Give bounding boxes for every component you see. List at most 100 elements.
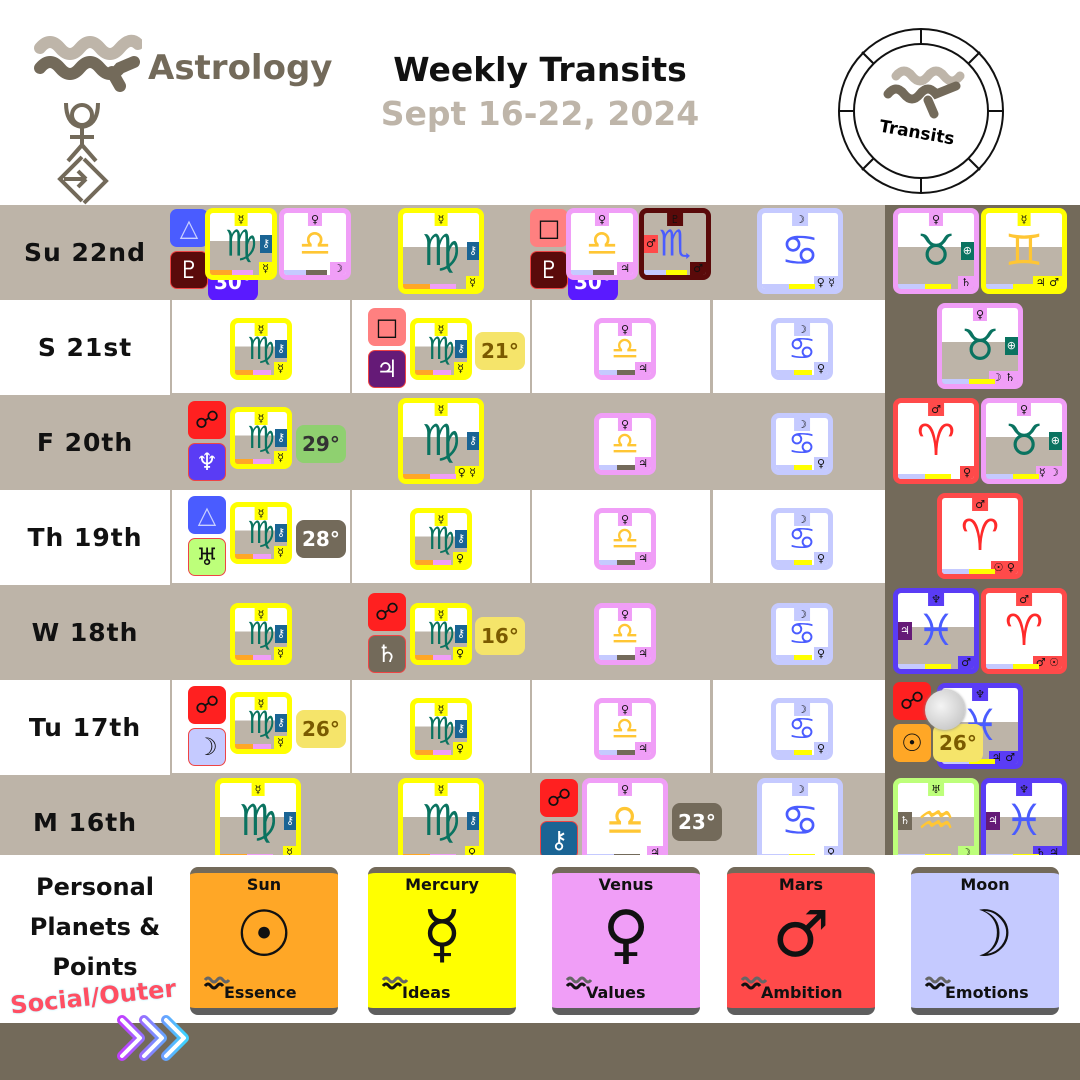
ruler-planet-glyph: ☿ [254,608,268,621]
aspect-opposition-icon[interactable]: ☍ [540,779,578,817]
sign-tile[interactable]: ♋ ☽ ♀ [771,318,833,380]
ruler-planet-glyph: ☿ [434,513,448,526]
bar-segment [776,655,795,660]
bar-segment [235,554,254,559]
sign-tile[interactable]: ♍ ☿ ☿ ⚷ [398,208,484,294]
chiron-marker-icon: ⚷ [274,524,287,542]
mars-marker-icon: ♂ [644,235,658,253]
sign-tile[interactable]: ♍ ☿ ☿ ⚷ [230,692,292,754]
sign-tile[interactable]: ♋ ☽ ♀ [771,413,833,475]
legend-card-mars[interactable]: Mars ♂ Ambition [727,867,875,1015]
sign-tile[interactable]: ♊ ☿ ♃ ♂ [981,208,1067,294]
sign-tile[interactable]: ♎ ♀ ♃ [594,508,656,570]
earth-marker-icon: ⊕ [960,242,974,260]
sign-tile[interactable]: ♓ ♆ ♂ ♃ [893,588,979,674]
sign-tile[interactable]: ♍ ☿ ☿ ⚷ [230,502,292,564]
sign-tile[interactable]: ♎ ♀ ♃ [594,698,656,760]
legend-card-sun[interactable]: Sun ☉ Essence [190,867,338,1015]
sign-tile[interactable]: ♍ ☿ ☿ ⚷ [205,208,277,280]
sign-tile[interactable]: ♋ ☽ ♀ ☿ [757,208,843,294]
sign-tile[interactable]: ♈ ♂ ♂ ☉ [981,588,1067,674]
sign-tile[interactable]: ♋ ☽ ♀ [757,778,843,864]
planet-keyword: Ambition [761,983,843,1002]
legend-card-moon[interactable]: Moon ☽ Emotions [911,867,1059,1015]
sign-tile[interactable]: ♍ ☿ ☿ ⚷ [230,603,292,665]
day-label: W 18th [31,618,139,647]
sign-tile[interactable]: ♎ ♀ ♃ [566,208,638,280]
planet-uranus-icon[interactable]: ♅ [188,538,226,576]
co-ruler-glyphs: ☿ [454,362,467,375]
co-ruler-glyphs: ♀ [813,647,828,660]
co-ruler-glyphs: ♀ [813,552,828,565]
co-ruler-glyphs: ☽ [330,262,346,275]
sign-tile[interactable]: ♋ ☽ ♀ [771,603,833,665]
sign-tile[interactable]: ♍ ☿ ☿ ⚷ [410,318,472,380]
sign-tile[interactable]: ♍ ☿ ♀ ⚷ [410,508,472,570]
ruler-planet-glyph: ☽ [794,608,810,621]
bar-segment [592,270,615,275]
ruler-planet-glyph: ☿ [254,412,268,425]
sign-tile[interactable]: ♍ ☿ ♀ ⚷ [410,603,472,665]
degree-badge: 23° [672,803,722,841]
planet-chiron-icon[interactable]: ⚷ [540,821,578,859]
sign-tile[interactable]: ♎ ♀ ♃ [594,603,656,665]
planet-pluto-icon[interactable]: ♇ [530,251,568,289]
aspect-square-icon[interactable]: □ [530,209,568,247]
planet-pluto-icon[interactable]: ♇ [170,251,208,289]
ruler-planet-glyph: ♅ [928,783,944,796]
sign-tile[interactable]: ♉ ♀ ☽ ♄ ⊕ [937,303,1023,389]
sign-tile[interactable]: ♏ ♇ ♂ ♂ [639,208,711,280]
planet-name: Moon [960,875,1010,894]
zodiac-sign-glyph: ♋ [780,796,820,846]
planet-moon-icon[interactable]: ☽ [188,728,226,766]
aspect-trine-icon[interactable]: △ [188,496,226,534]
ruler-planet-glyph: ♀ [972,308,988,321]
bar-segment [617,370,636,375]
sign-tile[interactable]: ♍ ☿ ♀ ⚷ [398,778,484,864]
planet-sun-icon[interactable]: ☉ [893,724,931,762]
chiron-marker-icon: ⚷ [466,812,479,830]
sign-tile[interactable]: ♉ ♀ ☿ ☽ ⊕ [981,398,1067,484]
sign-tile[interactable]: ♎ ♀ ☽ [279,208,351,280]
sign-tile[interactable]: ♋ ☽ ♀ [771,698,833,760]
sign-tile[interactable]: ♈ ♂ ☉ ♀ [937,493,1023,579]
sign-tile[interactable]: ♍ ☿ ☿ ⚷ [215,778,301,864]
sign-tile[interactable]: ♓ ♆ ♄ ♃ ♃ [981,778,1067,864]
bar-segment [762,284,789,289]
aspect-opposition-icon[interactable]: ☍ [188,686,226,724]
co-ruler-glyphs: ☿ [274,362,287,375]
sign-tile[interactable]: ♒ ♅ ☽ ♄ [893,778,979,864]
planet-neptune-icon[interactable]: ♆ [188,443,226,481]
ruler-planet-glyph: ♀ [594,213,610,226]
mars-glyph-icon: ♂ [772,898,830,972]
sign-tile[interactable]: ♎ ♀ ♃ [594,413,656,475]
sign-tile[interactable]: ♉ ♀ ♄ ⊕ [893,208,979,294]
aspect-square-icon[interactable]: □ [368,308,406,346]
ruler-planet-glyph: ☽ [794,418,810,431]
bar-segment [415,560,434,565]
venus-glyph-icon: ♀ [602,898,650,972]
ruler-planet-glyph: ☿ [434,703,448,716]
sign-tile[interactable]: ♍ ☿ ♀ ☿ ⚷ [398,398,484,484]
co-ruler-glyphs: ♃ [635,457,651,470]
legend-card-mercury[interactable]: Mercury ☿ Ideas [368,867,516,1015]
aspect-opposition-icon[interactable]: ☍ [368,593,406,631]
sign-tile[interactable]: ♈ ♂ ♀ [893,398,979,484]
aspect-opposition-icon[interactable]: ☍ [188,401,226,439]
sign-tile[interactable]: ♋ ☽ ♀ [771,508,833,570]
bar-segment [433,560,452,565]
planet-jupiter-icon[interactable]: ♃ [368,350,406,388]
planet-saturn-icon[interactable]: ♄ [368,635,406,673]
legend-card-venus[interactable]: Venus ♀ Values [552,867,700,1015]
co-ruler-glyphs: ♀ [813,742,828,755]
chevrons-right-icon[interactable] [112,1008,202,1068]
co-ruler-glyphs: ♀ [813,362,828,375]
sign-tile[interactable]: ♎ ♀ ♃ [594,318,656,380]
sign-tile[interactable]: ♍ ☿ ☿ ⚷ [230,318,292,380]
co-ruler-glyphs: ♀ [452,647,467,660]
sign-tile[interactable]: ♍ ☿ ♀ ⚷ [410,698,472,760]
sign-tile[interactable]: ♎ ♀ ♃ [582,778,668,864]
ruler-planet-glyph: ♆ [1016,783,1032,796]
aspect-trine-icon[interactable]: △ [170,209,208,247]
sign-tile[interactable]: ♍ ☿ ☿ ⚷ [230,407,292,469]
